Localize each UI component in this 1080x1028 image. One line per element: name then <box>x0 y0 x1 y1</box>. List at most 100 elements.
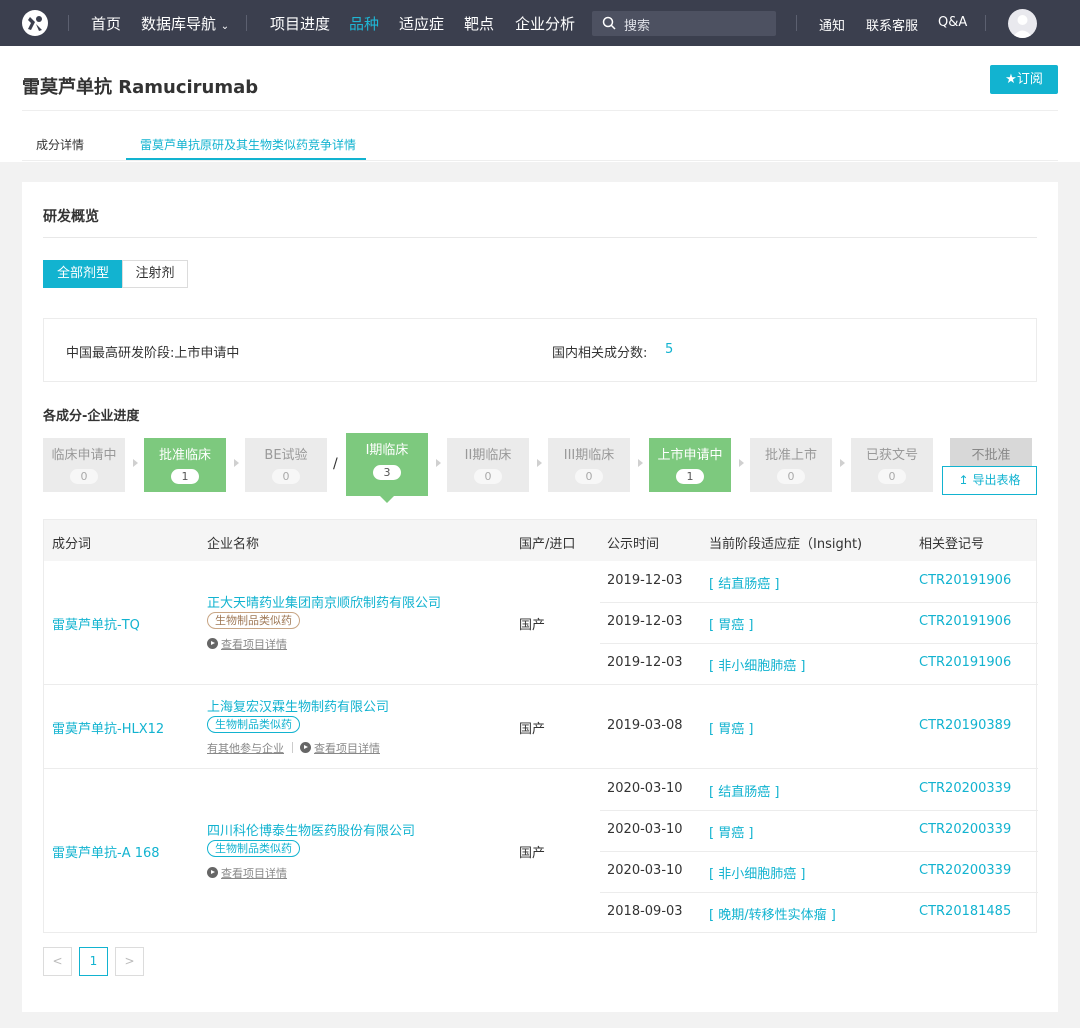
arrow-icon <box>840 459 845 467</box>
origin: 国产 <box>519 846 546 861</box>
ingredient-link[interactable]: 雷莫芦单抗-HLX12 <box>52 718 164 737</box>
highest-stage-value: 上市申请中 <box>174 346 240 361</box>
stage-be-trial[interactable]: BE试验 0 <box>245 438 327 492</box>
stage-count: 0 <box>474 469 502 484</box>
registration-link[interactable]: CTR20200339 <box>919 781 1011 796</box>
table-header: 成分词 企业名称 国产/进口 公示时间 当前阶段适应症（Insight) 相关登… <box>44 520 1036 561</box>
nav-company-analysis[interactable]: 企业分析 <box>515 13 575 34</box>
column-header: 相关登记号 <box>919 537 985 552</box>
play-icon <box>207 867 218 878</box>
origin: 国产 <box>519 722 546 737</box>
prev-page-button[interactable]: < <box>43 947 72 976</box>
stage-name: 批准临床 <box>158 448 211 463</box>
indication-link[interactable]: [ 晚期/转移性实体瘤 ] <box>709 904 836 923</box>
page-button[interactable]: 1 <box>79 947 108 976</box>
page-header: 雷莫芦单抗 Ramucirumab ★订阅 成分详情 雷莫芦单抗原研及其生物类似… <box>0 46 1080 162</box>
indication-link[interactable]: [ 结直肠癌 ] <box>709 781 779 800</box>
subscribe-button[interactable]: ★订阅 <box>990 65 1058 94</box>
nav-target[interactable]: 靶点 <box>464 13 494 34</box>
stage-phase-1[interactable]: I期临床 3 <box>346 433 428 496</box>
column-header: 成分词 <box>52 537 92 552</box>
row-divider <box>600 851 1038 852</box>
nav-divider <box>985 15 986 31</box>
logo-icon[interactable] <box>22 10 48 36</box>
nav-database-label: 数据库导航 <box>141 15 217 33</box>
registration-link[interactable]: CTR20200339 <box>919 822 1011 837</box>
stage-name: 不批准 <box>971 448 1011 463</box>
nav-project-progress[interactable]: 项目进度 <box>270 13 330 34</box>
company-link[interactable]: 四川科伦博泰生物医药股份有限公司 <box>207 820 415 839</box>
registration-link[interactable]: CTR20191906 <box>919 655 1011 670</box>
stage-count: 0 <box>777 469 805 484</box>
stage-clinical-application[interactable]: 临床申请中 0 <box>43 438 125 492</box>
chevron-down-icon: ⌄ <box>220 21 230 32</box>
nav-variety[interactable]: 品种 <box>349 13 379 34</box>
stage-name: III期临床 <box>563 448 615 463</box>
top-nav: 首页 数据库导航 ⌄ 项目进度 品种 适应症 靶点 企业分析 搜索 通知 联系客… <box>0 0 1080 46</box>
stage-clinical-approved[interactable]: 批准临床 1 <box>144 438 226 492</box>
stage-count: 1 <box>676 469 704 484</box>
stage-name: 已获文号 <box>865 448 918 463</box>
export-table-button[interactable]: ↥ 导出表格 <box>942 466 1037 495</box>
view-project-details-link[interactable]: 查看项目详情 <box>314 740 380 756</box>
stage-license-obtained[interactable]: 已获文号 0 <box>851 438 933 492</box>
nav-notifications[interactable]: 通知 <box>819 15 845 34</box>
nav-database[interactable]: 数据库导航 ⌄ <box>141 13 229 34</box>
nav-indication[interactable]: 适应症 <box>399 13 444 34</box>
selected-stage-pointer <box>380 496 394 503</box>
section-title: 研发概览 <box>43 209 99 225</box>
company-link[interactable]: 上海复宏汉霖生物制药有限公司 <box>207 696 389 715</box>
indication-link[interactable]: [ 非小细胞肺癌 ] <box>709 655 805 674</box>
search-input[interactable]: 搜索 <box>592 11 776 36</box>
publish-date: 2019-12-03 <box>607 573 683 588</box>
publish-date: 2019-03-08 <box>607 718 683 733</box>
stage-name: 临床申请中 <box>51 448 117 463</box>
stage-name: 批准上市 <box>764 448 817 463</box>
registration-link[interactable]: CTR20200339 <box>919 863 1011 878</box>
registration-link[interactable]: CTR20190389 <box>919 718 1011 733</box>
stage-approved-marketing[interactable]: 批准上市 0 <box>750 438 832 492</box>
stage-phase-2[interactable]: II期临床 0 <box>447 438 529 492</box>
user-icon <box>1012 15 1033 38</box>
registration-link[interactable]: CTR20191906 <box>919 614 1011 629</box>
stage-name: BE试验 <box>264 448 308 463</box>
tab-ingredient-details[interactable]: 成分详情 <box>36 136 84 153</box>
ingredient-link[interactable]: 雷莫芦单抗-A 168 <box>52 842 160 861</box>
progress-table: 成分词 企业名称 国产/进口 公示时间 当前阶段适应症（Insight) 相关登… <box>43 519 1038 933</box>
arrow-icon <box>234 459 239 467</box>
content-card: 研发概览 全部剂型 注射剂 中国最高研发阶段:上市申请中 国内相关成分数: 5 … <box>22 182 1058 1012</box>
indication-link[interactable]: [ 胃癌 ] <box>709 822 753 841</box>
play-icon <box>207 638 218 649</box>
registration-link[interactable]: CTR20191906 <box>919 573 1011 588</box>
nav-qa[interactable]: Q&A <box>938 15 967 30</box>
view-project-details-link[interactable]: 查看项目详情 <box>221 865 287 881</box>
view-project-details-link[interactable]: 查看项目详情 <box>221 636 287 652</box>
indication-link[interactable]: [ 结直肠癌 ] <box>709 573 779 592</box>
tab-biosimilar-competition[interactable]: 雷莫芦单抗原研及其生物类似药竞争详情 <box>140 136 356 153</box>
arrow-icon <box>537 459 542 467</box>
stage-count: 0 <box>70 469 98 484</box>
export-label: 导出表格 <box>972 473 1021 487</box>
related-count-value[interactable]: 5 <box>665 342 673 357</box>
indication-link[interactable]: [ 非小细胞肺癌 ] <box>709 863 805 882</box>
avatar[interactable] <box>1008 9 1037 38</box>
progress-title: 各成分-企业进度 <box>43 409 140 424</box>
stage-phase-3[interactable]: III期临床 0 <box>548 438 630 492</box>
stage-count: 0 <box>878 469 906 484</box>
row-divider <box>44 684 1038 685</box>
stage-count: 1 <box>171 469 199 484</box>
filter-all-forms[interactable]: 全部剂型 <box>43 260 123 288</box>
next-page-button[interactable]: > <box>115 947 144 976</box>
filter-injection[interactable]: 注射剂 <box>122 260 188 288</box>
stage-name: 上市申请中 <box>657 448 723 463</box>
nav-contact-support[interactable]: 联系客服 <box>866 15 918 34</box>
indication-link[interactable]: [ 胃癌 ] <box>709 614 753 633</box>
stage-marketing-application[interactable]: 上市申请中 1 <box>649 438 731 492</box>
indication-link[interactable]: [ 胃癌 ] <box>709 718 753 737</box>
ingredient-link[interactable]: 雷莫芦单抗-TQ <box>52 614 140 633</box>
search-placeholder: 搜索 <box>624 19 651 34</box>
nav-home[interactable]: 首页 <box>91 13 121 34</box>
other-companies-link[interactable]: 有其他参与企业 <box>207 740 284 756</box>
registration-link[interactable]: CTR20181485 <box>919 904 1011 919</box>
company-link[interactable]: 正大天晴药业集团南京顺欣制药有限公司 <box>207 592 441 611</box>
